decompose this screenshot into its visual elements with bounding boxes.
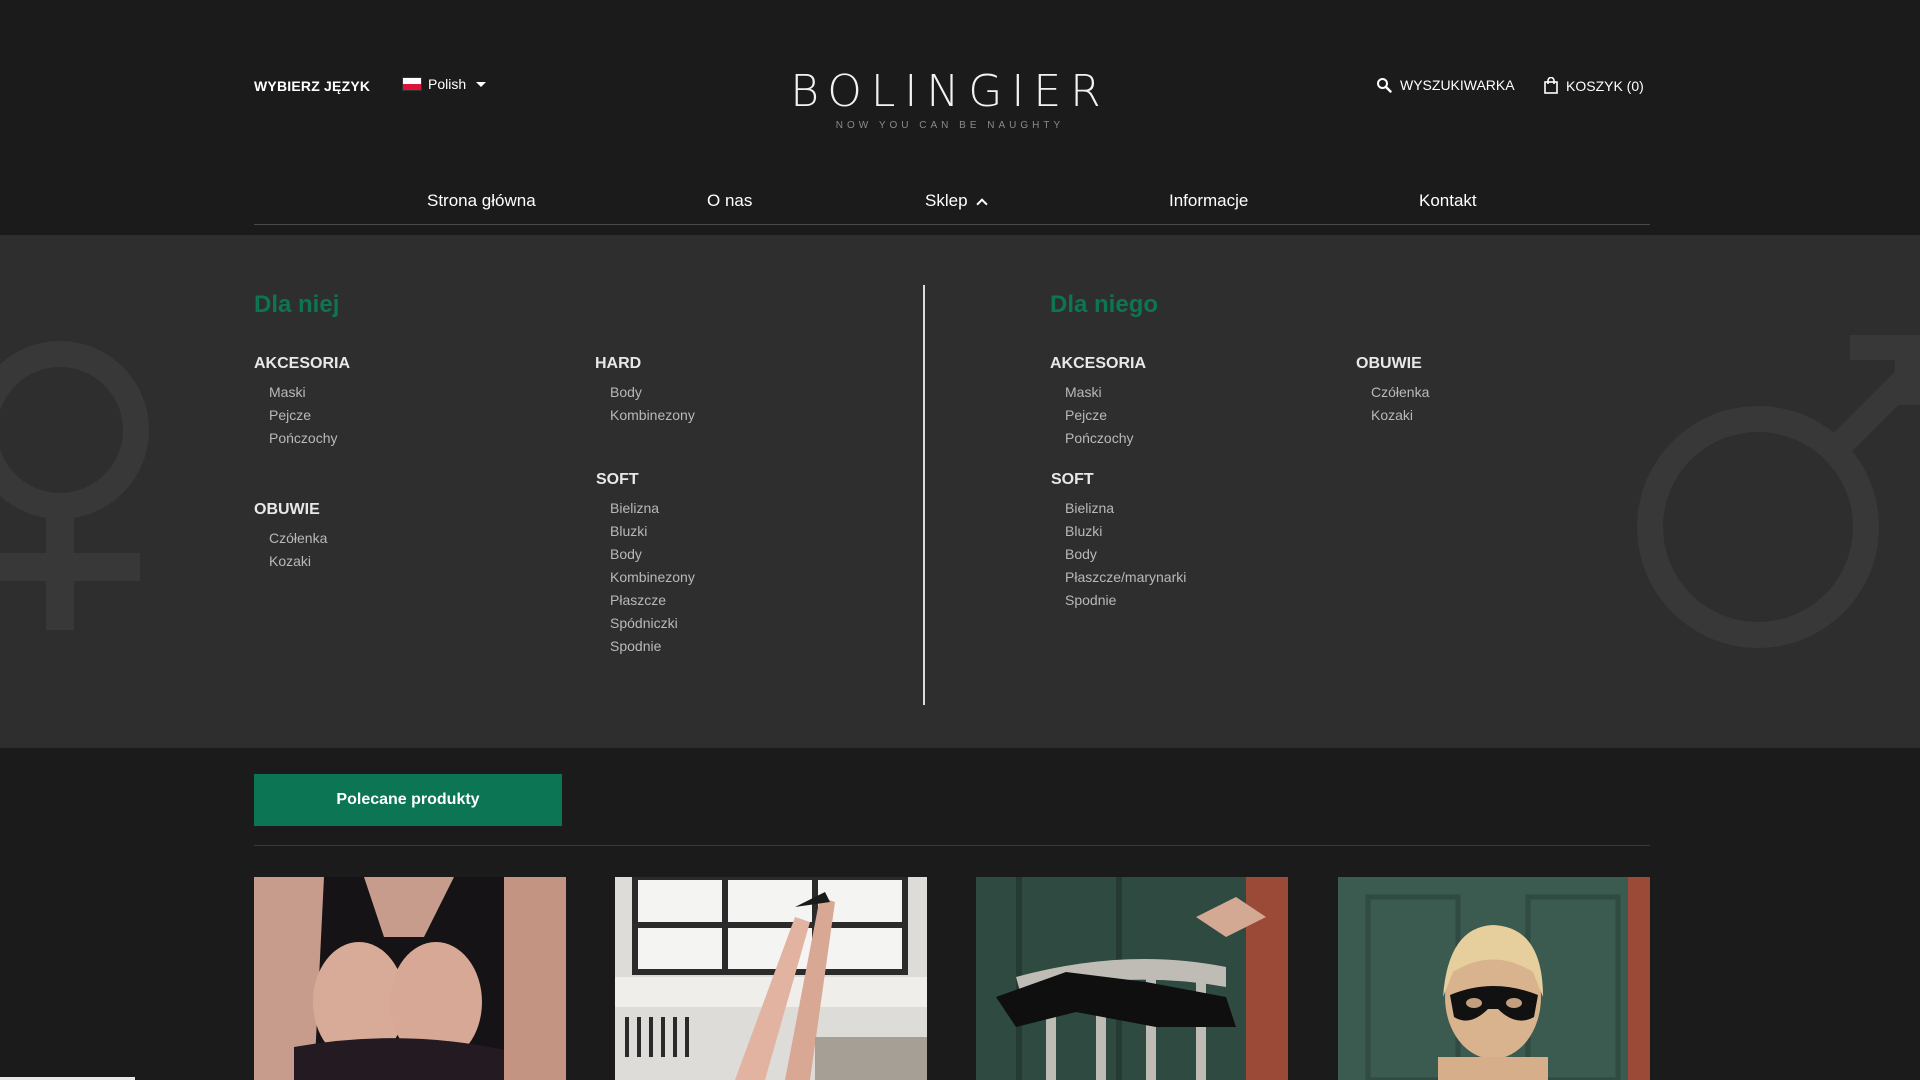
him-column-title: Dla niego xyxy=(1050,291,1159,318)
her-column-title: Dla niej xyxy=(254,291,340,318)
him-akcesoria-list: Maski Pejcze Pończochy xyxy=(1065,381,1133,450)
product-card-image[interactable] xyxy=(254,877,566,1080)
menu-divider xyxy=(923,285,925,705)
logo-title: BOLINGIER xyxy=(790,66,1110,117)
menu-link[interactable]: Bluzki xyxy=(610,520,695,543)
caret-down-icon xyxy=(476,81,487,87)
nav-item-label: Kontakt xyxy=(1419,191,1477,210)
nav-item-label: Strona główna xyxy=(427,191,536,210)
him-soft-heading[interactable]: SOFT xyxy=(1051,471,1094,489)
product-card-image[interactable] xyxy=(1338,877,1650,1080)
language-value: Polish xyxy=(428,76,467,92)
nav-item-shop[interactable]: Sklep xyxy=(925,191,988,211)
nav-item-label: O nas xyxy=(707,191,753,210)
menu-link[interactable]: Body xyxy=(610,381,695,404)
menu-link[interactable]: Czółenka xyxy=(1371,381,1429,404)
search-label: WYSZUKIWARKA xyxy=(1400,77,1515,93)
product-photo xyxy=(254,877,566,1080)
menu-link[interactable]: Kozaki xyxy=(1371,404,1429,427)
nav-item-info[interactable]: Informacje xyxy=(1169,191,1248,211)
product-card-image[interactable] xyxy=(976,877,1288,1080)
nav-item-label: Sklep xyxy=(925,191,968,210)
menu-link[interactable]: Pejcze xyxy=(1065,404,1133,427)
him-obuwie-list: Czółenka Kozaki xyxy=(1371,381,1429,427)
menu-link[interactable]: Czółenka xyxy=(269,527,327,550)
her-soft-list: Bielizna Bluzki Body Kombinezony Płaszcz… xyxy=(610,497,695,658)
menu-link[interactable]: Body xyxy=(1065,543,1186,566)
product-photo xyxy=(1338,877,1650,1080)
her-soft-heading[interactable]: SOFT xyxy=(596,471,639,489)
her-obuwie-heading[interactable]: OBUWIE xyxy=(254,501,320,519)
nav-item-about[interactable]: O nas xyxy=(707,191,752,211)
product-photo xyxy=(976,877,1288,1080)
chevron-up-icon xyxy=(975,197,988,210)
menu-link[interactable]: Płaszcze xyxy=(610,589,695,612)
him-soft-list: Bielizna Bluzki Body Płaszcze/marynarki … xyxy=(1065,497,1186,612)
her-akcesoria-heading[interactable]: AKCESORIA xyxy=(254,355,350,373)
language-label: WYBIERZ JĘZYK xyxy=(254,78,371,94)
product-photo xyxy=(615,877,927,1080)
menu-link[interactable]: Pejcze xyxy=(269,404,337,427)
menu-link[interactable]: Spodnie xyxy=(610,635,695,658)
cart-label: KOSZYK (0) xyxy=(1566,77,1644,94)
site-logo[interactable]: BOLINGIER NOW YOU CAN BE NAUGHTY xyxy=(760,66,1140,131)
mars-icon xyxy=(1637,335,1920,648)
featured-divider xyxy=(254,845,1650,846)
menu-link[interactable]: Płaszcze/marynarki xyxy=(1065,566,1186,589)
featured-products-tab[interactable]: Polecane produkty xyxy=(254,774,562,826)
site-header: WYBIERZ JĘZYK Polish BOLINGIER NOW YOU C… xyxy=(0,0,1920,235)
nav-item-label: Informacje xyxy=(1169,191,1249,210)
search-link[interactable]: WYSZUKIWARKA xyxy=(1376,77,1515,93)
menu-link[interactable]: Body xyxy=(610,543,695,566)
her-hard-list: Body Kombinezony xyxy=(610,381,695,427)
nav-item-contact[interactable]: Kontakt xyxy=(1419,191,1477,211)
logo-tagline: NOW YOU CAN BE NAUGHTY xyxy=(835,120,1065,131)
nav-item-home[interactable]: Strona główna xyxy=(427,191,536,211)
menu-link[interactable]: Kombinezony xyxy=(610,566,695,589)
him-akcesoria-heading[interactable]: AKCESORIA xyxy=(1050,355,1146,373)
menu-link[interactable]: Spódniczki xyxy=(610,612,695,635)
menu-link[interactable]: Bielizna xyxy=(1065,497,1186,520)
venus-icon xyxy=(0,341,149,630)
her-hard-heading[interactable]: HARD xyxy=(595,355,641,373)
menu-link[interactable]: Maski xyxy=(269,381,337,404)
shop-mega-menu: Dla niej AKCESORIA Maski Pejcze Pończoch… xyxy=(0,235,1920,748)
cart-link[interactable]: KOSZYK (0) xyxy=(1544,77,1644,94)
her-obuwie-list: Czółenka Kozaki xyxy=(269,527,327,573)
menu-link[interactable]: Pończochy xyxy=(269,427,337,450)
menu-link[interactable]: Spodnie xyxy=(1065,589,1186,612)
menu-link[interactable]: Kombinezony xyxy=(610,404,695,427)
her-akcesoria-list: Maski Pejcze Pończochy xyxy=(269,381,337,450)
menu-link[interactable]: Kozaki xyxy=(269,550,327,573)
main-nav: Strona główna O nas Sklep Informacje Kon… xyxy=(254,185,1650,225)
menu-link[interactable]: Pończochy xyxy=(1065,427,1133,450)
menu-link[interactable]: Bielizna xyxy=(610,497,695,520)
poland-flag-icon xyxy=(402,77,422,91)
product-card-image[interactable] xyxy=(615,877,927,1080)
menu-link[interactable]: Maski xyxy=(1065,381,1133,404)
search-icon xyxy=(1377,78,1392,93)
language-select[interactable]: Polish xyxy=(402,76,487,92)
shopping-bag-icon xyxy=(1544,77,1558,94)
menu-link[interactable]: Bluzki xyxy=(1065,520,1186,543)
him-obuwie-heading[interactable]: OBUWIE xyxy=(1356,355,1422,373)
